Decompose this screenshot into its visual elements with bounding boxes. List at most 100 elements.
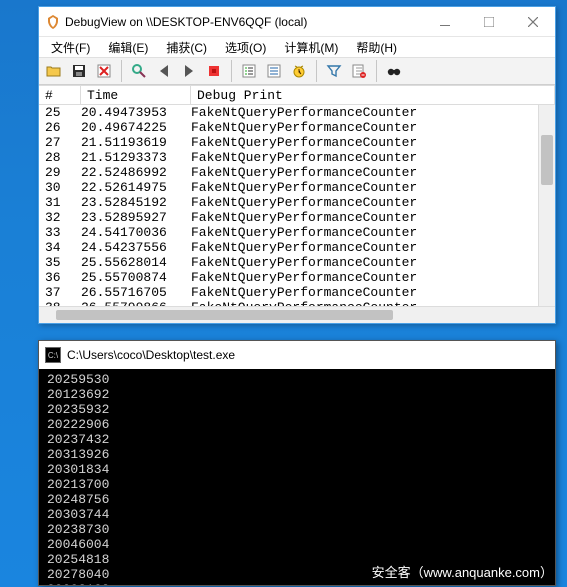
table-row[interactable]: 3324.54170036FakeNtQueryPerformanceCount… [39,225,538,240]
cell-num: 38 [39,300,81,306]
clear-icon[interactable] [348,60,370,82]
cell-time: 24.54237556 [81,240,191,255]
scroll-thumb[interactable] [56,310,393,320]
table-row[interactable]: 3022.52614975FakeNtQueryPerformanceCount… [39,180,538,195]
desktop: DebugView on \\DESKTOP-ENV6QQF (local) 文… [0,0,567,587]
table-row[interactable]: 3123.52845192FakeNtQueryPerformanceCount… [39,195,538,210]
binoculars-icon[interactable] [383,60,405,82]
toolbar-separator [121,60,122,82]
cell-time: 23.52845192 [81,195,191,210]
cell-print: FakeNtQueryPerformanceCounter [191,120,538,135]
console-line: 20237432 [47,432,547,447]
menu-help[interactable]: 帮助(H) [348,38,405,57]
table-body: 2520.49473953FakeNtQueryPerformanceCount… [39,105,555,306]
table-row[interactable]: 2922.52486992FakeNtQueryPerformanceCount… [39,165,538,180]
capture-icon[interactable] [203,60,225,82]
console-line: 20046004 [47,537,547,552]
horizontal-scrollbar[interactable] [39,306,555,323]
menu-options[interactable]: 选项(O) [217,38,274,57]
cell-num: 30 [39,180,81,195]
menu-file[interactable]: 文件(F) [43,38,98,57]
history-icon[interactable] [263,60,285,82]
col-time[interactable]: Time [81,86,191,104]
minimize-button[interactable] [423,8,467,36]
vertical-scrollbar[interactable] [538,105,555,306]
console-line: 20248756 [47,492,547,507]
menubar: 文件(F) 编辑(E) 捕获(C) 选项(O) 计算机(M) 帮助(H) [39,37,555,57]
cell-print: FakeNtQueryPerformanceCounter [191,150,538,165]
console-line: 20003162 [47,582,547,585]
col-print[interactable]: Debug Print [191,86,555,104]
cell-print: FakeNtQueryPerformanceCounter [191,180,538,195]
cell-print: FakeNtQueryPerformanceCounter [191,210,538,225]
menu-capture[interactable]: 捕获(C) [158,38,215,57]
console-icon: C:\ [45,347,61,363]
menu-edit[interactable]: 编辑(E) [100,38,156,57]
table-row[interactable]: 3223.52895927FakeNtQueryPerformanceCount… [39,210,538,225]
cell-time: 26.55799866 [81,300,191,306]
console-line: 20303744 [47,507,547,522]
col-num[interactable]: # [39,86,81,104]
cell-time: 22.52614975 [81,180,191,195]
toolbar-separator [316,60,317,82]
cell-num: 29 [39,165,81,180]
console-title: C:\Users\coco\Desktop\test.exe [67,348,235,362]
cell-time: 20.49674225 [81,120,191,135]
cell-print: FakeNtQueryPerformanceCounter [191,105,538,120]
checklist-icon[interactable] [238,60,260,82]
console-body[interactable]: 2025953020123692202359322022290620237432… [39,369,555,585]
table-row[interactable]: 2520.49473953FakeNtQueryPerformanceCount… [39,105,538,120]
cell-print: FakeNtQueryPerformanceCounter [191,165,538,180]
cell-time: 20.49473953 [81,105,191,120]
table-row[interactable]: 2821.51293373FakeNtQueryPerformanceCount… [39,150,538,165]
toolbar [39,57,555,85]
cell-print: FakeNtQueryPerformanceCounter [191,195,538,210]
table-row[interactable]: 3525.55628014FakeNtQueryPerformanceCount… [39,255,538,270]
cell-print: FakeNtQueryPerformanceCounter [191,135,538,150]
open-icon[interactable] [43,60,65,82]
table-row[interactable]: 3826.55799866FakeNtQueryPerformanceCount… [39,300,538,306]
cell-print: FakeNtQueryPerformanceCounter [191,270,538,285]
clock-icon[interactable] [288,60,310,82]
cell-time: 22.52486992 [81,165,191,180]
save-icon[interactable] [68,60,90,82]
console-line: 20213700 [47,477,547,492]
cell-time: 25.55628014 [81,255,191,270]
cell-num: 27 [39,135,81,150]
x-log-icon[interactable] [93,60,115,82]
cell-num: 35 [39,255,81,270]
toolbar-separator [376,60,377,82]
scroll-thumb[interactable] [541,135,553,185]
console-titlebar[interactable]: C:\ C:\Users\coco\Desktop\test.exe [39,341,555,369]
table-row[interactable]: 3424.54237556FakeNtQueryPerformanceCount… [39,240,538,255]
console-line: 20235932 [47,402,547,417]
next-icon[interactable] [178,60,200,82]
cell-num: 28 [39,150,81,165]
cell-num: 32 [39,210,81,225]
cell-time: 24.54170036 [81,225,191,240]
maximize-button[interactable] [467,8,511,36]
table-rows[interactable]: 2520.49473953FakeNtQueryPerformanceCount… [39,105,538,306]
find-icon[interactable] [128,60,150,82]
cell-print: FakeNtQueryPerformanceCounter [191,240,538,255]
cell-num: 26 [39,120,81,135]
titlebar[interactable]: DebugView on \\DESKTOP-ENV6QQF (local) [39,7,555,37]
debugview-window: DebugView on \\DESKTOP-ENV6QQF (local) 文… [38,6,556,324]
cell-num: 33 [39,225,81,240]
cell-time: 21.51293373 [81,150,191,165]
table-row[interactable]: 3625.55700874FakeNtQueryPerformanceCount… [39,270,538,285]
close-button[interactable] [511,8,555,36]
funnel-icon[interactable] [323,60,345,82]
console-line: 20123692 [47,387,547,402]
table-row[interactable]: 2721.51193619FakeNtQueryPerformanceCount… [39,135,538,150]
table-row[interactable]: 2620.49674225FakeNtQueryPerformanceCount… [39,120,538,135]
console-line: 20222906 [47,417,547,432]
menu-computer[interactable]: 计算机(M) [276,38,346,57]
cell-num: 36 [39,270,81,285]
prev-icon[interactable] [153,60,175,82]
cell-num: 34 [39,240,81,255]
app-icon [45,14,61,30]
table-row[interactable]: 3726.55716705FakeNtQueryPerformanceCount… [39,285,538,300]
console-line: 20259530 [47,372,547,387]
cell-time: 21.51193619 [81,135,191,150]
